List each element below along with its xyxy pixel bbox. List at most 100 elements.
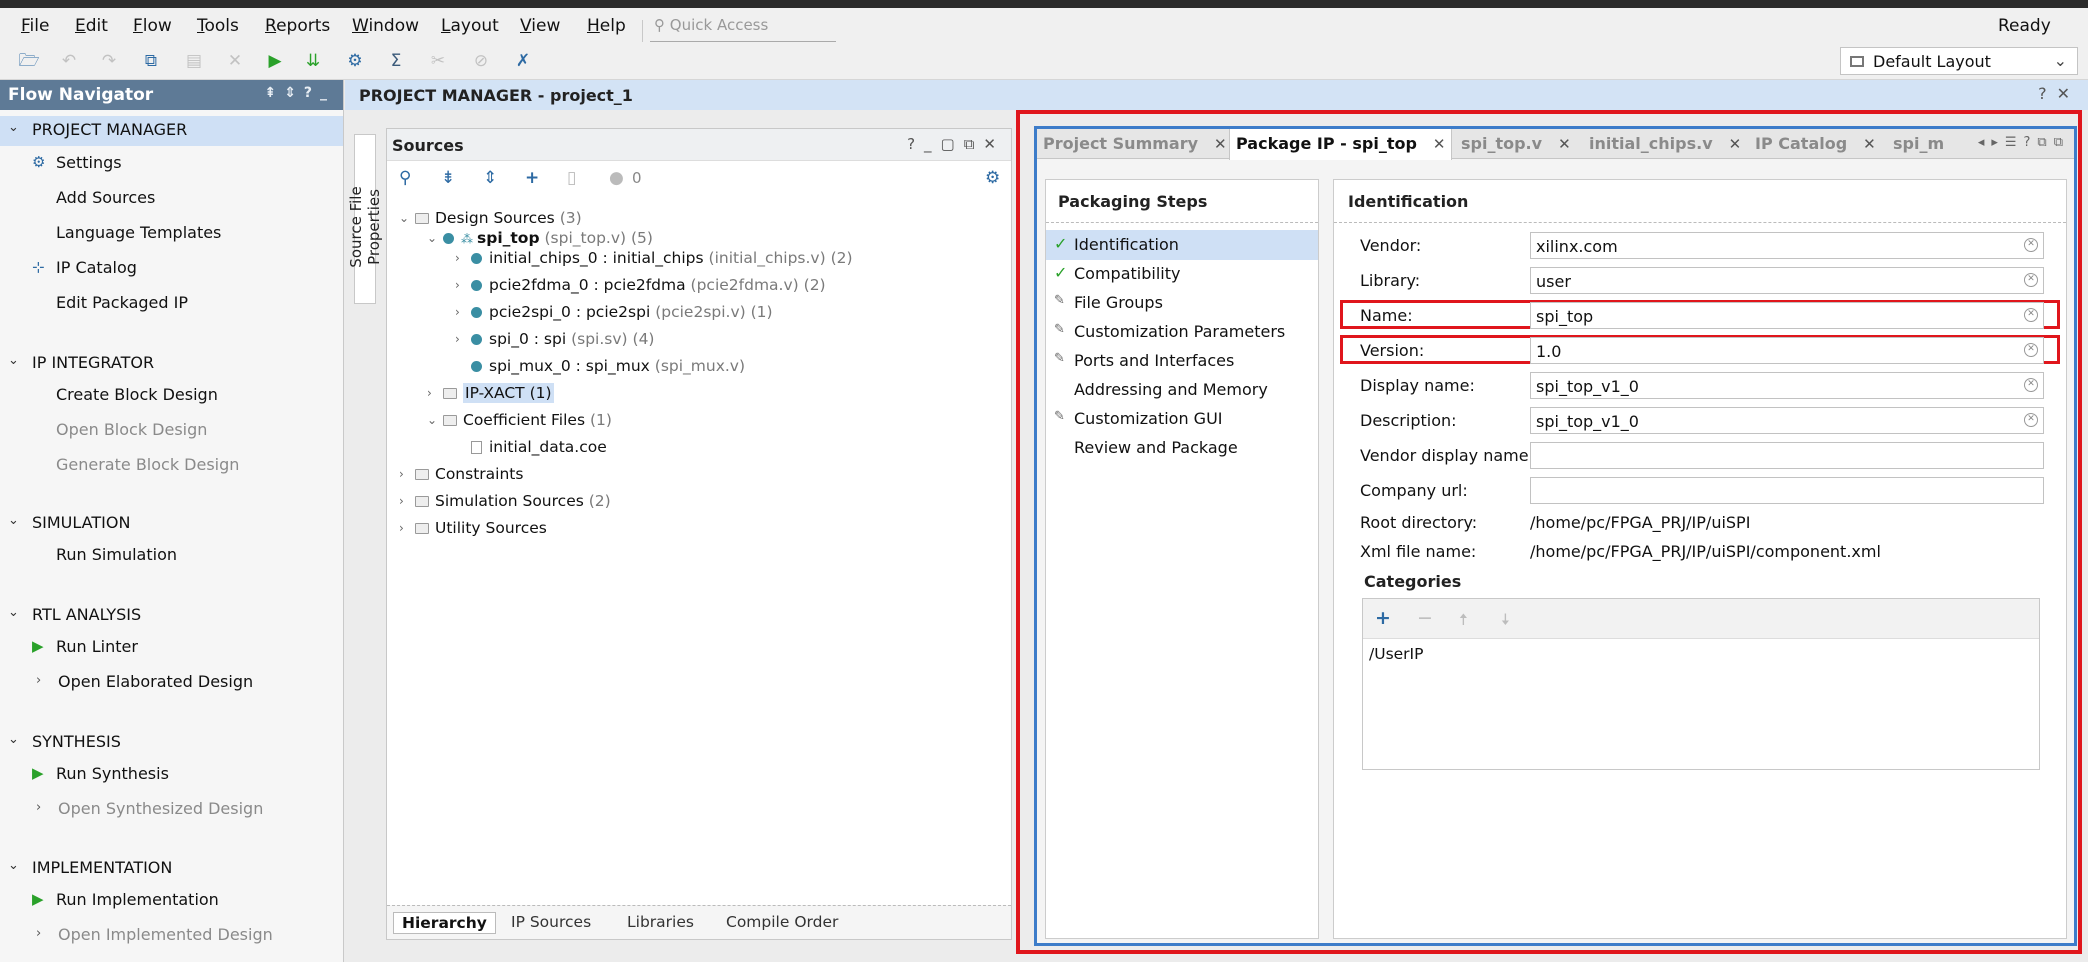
undo-icon[interactable]: ↶ xyxy=(58,50,80,72)
vendor-field[interactable]: xilinx.com ✕ xyxy=(1530,232,2044,259)
step-addressing-and-memory[interactable]: Addressing and Memory xyxy=(1046,375,1318,405)
add-icon[interactable]: + xyxy=(525,168,539,188)
tree-design-sources[interactable]: Design Sources (3) xyxy=(415,209,582,227)
tab-source-file-properties[interactable]: Source File Properties xyxy=(347,134,383,304)
copy-icon[interactable]: ⧉ xyxy=(140,50,162,72)
tab-package-ip[interactable]: Package IP - spi_top ✕ xyxy=(1229,129,1453,160)
menu-edit[interactable]: Edit xyxy=(75,16,108,36)
step-compatibility[interactable]: ✓ Compatibility xyxy=(1046,259,1318,289)
menu-view[interactable]: View xyxy=(520,16,560,36)
close-icon[interactable]: ✕ xyxy=(1729,135,1742,153)
menu-flow[interactable]: Flow xyxy=(133,16,172,36)
nav-run-linter[interactable]: Run Linter xyxy=(56,637,138,656)
category-item[interactable]: /UserIP xyxy=(1369,645,1423,663)
gear-icon[interactable]: ⚙ xyxy=(985,168,1000,188)
chevron-right-icon[interactable]: › xyxy=(36,673,41,688)
chevron-right-icon[interactable]: › xyxy=(399,467,404,481)
menu-reports[interactable]: Reports xyxy=(265,16,330,36)
menu-window[interactable]: Window xyxy=(352,16,419,36)
company-url-field[interactable] xyxy=(1530,477,2044,504)
nav-create-block-design[interactable]: Create Block Design xyxy=(56,385,218,404)
add-icon[interactable]: + xyxy=(1375,607,1391,629)
chevron-right-icon[interactable]: › xyxy=(427,386,432,400)
chevron-right-icon[interactable]: › xyxy=(36,800,41,815)
nav-open-implemented-design[interactable]: Open Implemented Design xyxy=(58,925,273,944)
move-up-icon[interactable]: 🠅 xyxy=(1459,609,1468,636)
name-field[interactable]: spi_top ✕ xyxy=(1530,302,2044,329)
move-down-icon[interactable]: 🠇 xyxy=(1501,609,1510,636)
nav-run-synthesis[interactable]: Run Synthesis xyxy=(56,764,169,783)
tab-ip-sources[interactable]: IP Sources xyxy=(503,912,599,932)
chevron-right-icon[interactable]: › xyxy=(399,521,404,535)
tree-ip-xact[interactable]: IP-XACT (1) xyxy=(443,383,554,403)
document-icon[interactable]: ▯ xyxy=(567,168,576,188)
chevron-right-icon[interactable]: › xyxy=(455,278,460,292)
nav-generate-block-design[interactable]: Generate Block Design xyxy=(56,455,239,474)
paste-icon[interactable]: ▤ xyxy=(183,50,205,72)
step-identification[interactable]: ✓ Identification xyxy=(1046,230,1318,260)
remove-icon[interactable]: − xyxy=(1417,607,1433,629)
close-icon[interactable]: ✕ xyxy=(1863,135,1876,153)
nav-open-block-design[interactable]: Open Block Design xyxy=(56,420,207,439)
redo-icon[interactable]: ↷ xyxy=(98,50,120,72)
clear-icon[interactable]: ✕ xyxy=(2024,343,2038,357)
tab-hierarchy[interactable]: Hierarchy xyxy=(393,912,496,934)
tab-project-summary[interactable]: Project Summary ✕ xyxy=(1037,129,1233,159)
nav-settings[interactable]: Settings xyxy=(56,153,122,172)
quick-access-input[interactable]: ⚲ Quick Access xyxy=(650,16,836,42)
chevron-down-icon[interactable]: ⌄ xyxy=(427,413,437,427)
menu-tools[interactable]: Tools xyxy=(197,16,239,36)
tab-libraries[interactable]: Libraries xyxy=(619,912,702,932)
run-icon[interactable]: ▶ xyxy=(264,50,286,72)
nav-language-templates[interactable]: Language Templates xyxy=(56,223,221,242)
close-icon[interactable]: ✕ xyxy=(1558,135,1571,153)
collapse-all-icon[interactable]: ⇟ xyxy=(441,168,455,188)
disabled-tool-icon[interactable]: ✂ xyxy=(427,50,449,72)
nav-ip-catalog[interactable]: IP Catalog xyxy=(56,258,137,277)
tree-constraints[interactable]: Constraints xyxy=(415,465,523,483)
disabled-tool-2-icon[interactable]: ⊘ xyxy=(470,50,492,72)
step-customization-parameters[interactable]: ✎ Customization Parameters xyxy=(1046,317,1318,347)
panel-controls-icon[interactable]: ⇞⇕?_ xyxy=(264,85,335,101)
cross-tool-icon[interactable]: ✗ xyxy=(512,50,534,72)
step-ports-and-interfaces[interactable]: ✎ Ports and Interfaces xyxy=(1046,346,1318,376)
vendor-display-name-field[interactable] xyxy=(1530,442,2044,469)
search-icon[interactable]: ⚲ xyxy=(399,168,411,188)
bitstream-icon[interactable]: ⇊ xyxy=(302,50,324,72)
menu-help[interactable]: Help xyxy=(587,16,626,36)
chevron-right-icon[interactable]: › xyxy=(455,332,460,346)
tree-simulation-sources[interactable]: Simulation Sources (2) xyxy=(415,492,611,510)
tab-spi-mux[interactable]: spi_m xyxy=(1887,129,1950,159)
tree-row[interactable]: spi_0 : spi (spi.sv) (4) xyxy=(471,330,654,348)
clear-icon[interactable]: ✕ xyxy=(2024,413,2038,427)
open-project-icon[interactable]: 🗁 xyxy=(18,50,40,72)
help-close-icons[interactable]: ?✕ xyxy=(2038,84,2080,103)
nav-run-implementation[interactable]: Run Implementation xyxy=(56,890,219,909)
close-icon[interactable]: ✕ xyxy=(1433,135,1446,153)
chevron-right-icon[interactable]: › xyxy=(455,251,460,265)
settings-icon[interactable]: ⚙ xyxy=(344,50,366,72)
panel-controls-icon[interactable]: ?_▢⧉✕ xyxy=(907,135,1005,153)
step-file-groups[interactable]: ✎ File Groups xyxy=(1046,288,1318,318)
tree-row[interactable]: pcie2spi_0 : pcie2spi (pcie2spi.v) (1) xyxy=(471,303,773,321)
nav-run-simulation[interactable]: Run Simulation xyxy=(56,545,177,564)
layout-select[interactable]: Default Layout ⌄ xyxy=(1840,47,2078,75)
tree-row[interactable]: initial_chips_0 : initial_chips (initial… xyxy=(471,249,853,267)
clear-icon[interactable]: ✕ xyxy=(2024,273,2038,287)
menu-layout[interactable]: Layout xyxy=(441,16,499,36)
chevron-down-icon[interactable]: ⌄ xyxy=(427,231,437,245)
tab-initial-chips-v[interactable]: initial_chips.v ✕ xyxy=(1583,129,1747,159)
description-field[interactable]: spi_top_v1_0 ✕ xyxy=(1530,407,2044,434)
sigma-icon[interactable]: Σ xyxy=(385,50,407,72)
version-field[interactable]: 1.0 ✕ xyxy=(1530,337,2044,364)
chevron-down-icon[interactable]: ⌄ xyxy=(399,211,409,225)
chevron-right-icon[interactable]: › xyxy=(399,494,404,508)
tab-spi-top-v[interactable]: spi_top.v ✕ xyxy=(1455,129,1577,159)
nav-open-elaborated-design[interactable]: Open Elaborated Design xyxy=(58,672,253,691)
tree-row[interactable]: spi_mux_0 : spi_mux (spi_mux.v) xyxy=(471,357,745,375)
tree-utility-sources[interactable]: Utility Sources xyxy=(415,519,547,537)
clear-icon[interactable]: ✕ xyxy=(2024,238,2038,252)
chevron-right-icon[interactable]: › xyxy=(36,926,41,941)
library-field[interactable]: user ✕ xyxy=(1530,267,2044,294)
menu-file[interactable]: File xyxy=(21,16,49,36)
